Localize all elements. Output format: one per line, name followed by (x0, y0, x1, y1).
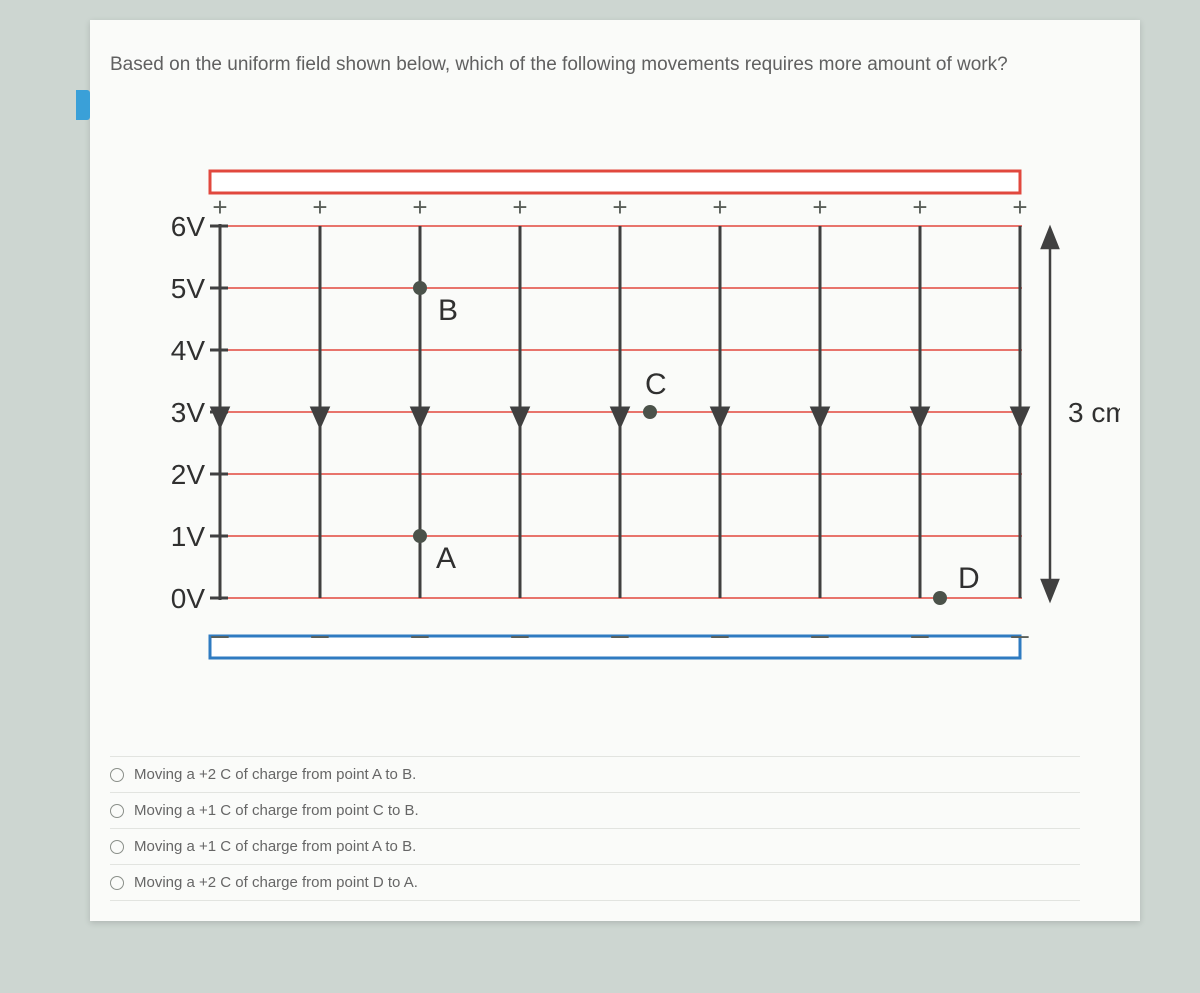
option-3[interactable]: Moving a +1 C of charge from point A to … (110, 828, 1080, 864)
svg-text:+: + (712, 192, 727, 222)
question-text: Based on the uniform field shown below, … (110, 54, 1080, 76)
svg-text:_: _ (511, 606, 530, 639)
axis-labels: 6V 5V 4V 3V 2V 1V 0V (171, 211, 206, 614)
plus-row: + + + + + + + + + (212, 192, 1027, 222)
svg-text:4V: 4V (171, 335, 206, 366)
svg-text:+: + (212, 192, 227, 222)
svg-text:1V: 1V (171, 521, 206, 552)
svg-text:2V: 2V (171, 459, 206, 490)
svg-text:_: _ (411, 606, 430, 639)
scale-label: 3 cm (1068, 397, 1120, 428)
svg-text:6V: 6V (171, 211, 206, 242)
svg-text:_: _ (311, 606, 330, 639)
bottom-plate (210, 636, 1020, 658)
svg-text:_: _ (211, 606, 230, 639)
radio-icon (110, 876, 124, 890)
option-label: Moving a +1 C of charge from point C to … (134, 802, 419, 819)
bookmark-marker (76, 90, 90, 120)
option-2[interactable]: Moving a +1 C of charge from point C to … (110, 792, 1080, 828)
top-plate (210, 171, 1020, 193)
radio-icon (110, 840, 124, 854)
svg-text:+: + (912, 192, 927, 222)
svg-text:D: D (958, 562, 980, 595)
svg-text:+: + (812, 192, 827, 222)
svg-text:+: + (412, 192, 427, 222)
svg-text:3V: 3V (171, 397, 206, 428)
svg-text:+: + (612, 192, 627, 222)
field-diagram: + + + + + + + + + _ _ _ _ _ _ _ _ _ (110, 116, 1120, 676)
scale-arrow (1042, 228, 1058, 600)
svg-text:+: + (1012, 192, 1027, 222)
option-4[interactable]: Moving a +2 C of charge from point D to … (110, 864, 1080, 901)
svg-text:+: + (312, 192, 327, 222)
option-label: Moving a +2 C of charge from point D to … (134, 874, 418, 891)
answer-options: Moving a +2 C of charge from point A to … (110, 756, 1080, 901)
svg-text:_: _ (811, 606, 830, 639)
svg-text:+: + (512, 192, 527, 222)
svg-text:_: _ (1011, 606, 1030, 639)
svg-text:_: _ (611, 606, 630, 639)
radio-icon (110, 768, 124, 782)
svg-text:C: C (645, 368, 667, 401)
minus-row: _ _ _ _ _ _ _ _ _ (211, 606, 1030, 639)
svg-text:_: _ (711, 606, 730, 639)
option-1[interactable]: Moving a +2 C of charge from point A to … (110, 756, 1080, 792)
svg-text:_: _ (911, 606, 930, 639)
svg-text:A: A (436, 542, 456, 575)
svg-text:5V: 5V (171, 273, 206, 304)
option-label: Moving a +1 C of charge from point A to … (134, 838, 416, 855)
svg-text:B: B (438, 294, 458, 327)
option-label: Moving a +2 C of charge from point A to … (134, 766, 416, 783)
svg-text:0V: 0V (171, 583, 206, 614)
radio-icon (110, 804, 124, 818)
